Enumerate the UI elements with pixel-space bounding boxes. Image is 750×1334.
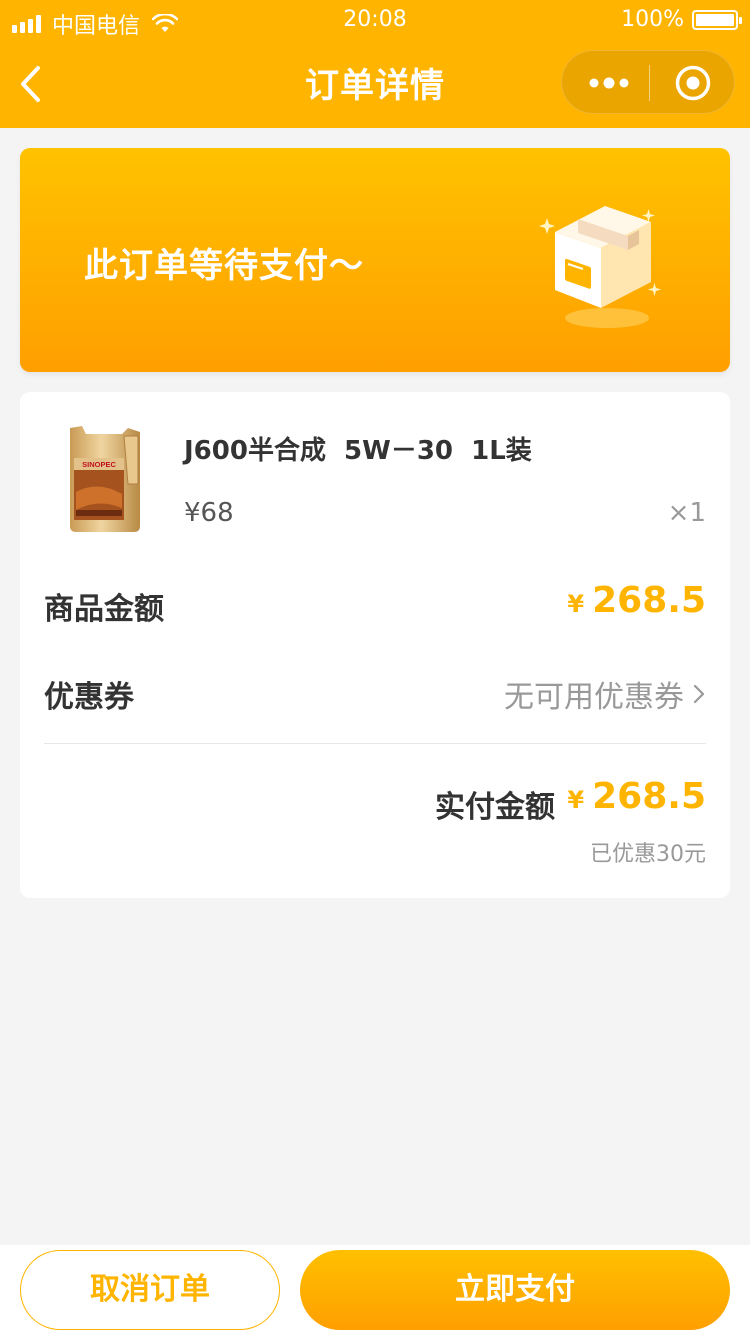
product-name: J600半合成 5W－30 1L装 xyxy=(184,436,532,466)
package-box-icon xyxy=(539,206,661,328)
more-dots-icon[interactable] xyxy=(582,63,636,103)
product-image[interactable]: SINOPEC xyxy=(62,422,148,534)
order-status-banner: 此订单等待支付～ xyxy=(20,148,730,372)
coupon-row[interactable]: 优惠券 无可用优惠券 xyxy=(44,672,706,722)
coupon-value: 无可用优惠券 xyxy=(504,680,684,715)
pay-now-button[interactable]: 立即支付 xyxy=(300,1250,730,1330)
order-status-text: 此订单等待支付～ xyxy=(84,246,364,286)
currency-symbol: ¥ xyxy=(567,786,585,814)
order-card: SINOPEC J600半合成 5W－30 1L装 ¥68 ×1 商品金额 ¥2… xyxy=(20,392,730,898)
goods-amount-value: ¥268.5 xyxy=(567,580,706,621)
goods-amount-number: 268.5 xyxy=(592,580,706,621)
header: 中国电信 20:08 100% 订单详情 xyxy=(0,0,750,128)
navigation-bar: 订单详情 xyxy=(0,40,750,128)
total-amount-value: ¥268.5 xyxy=(567,776,706,817)
coupon-selector[interactable]: 无可用优惠券 xyxy=(504,672,706,716)
discount-note: 已优惠30元 xyxy=(590,842,706,867)
cancel-order-button[interactable]: 取消订单 xyxy=(20,1250,280,1330)
bottom-action-bar: 取消订单 立即支付 xyxy=(0,1245,750,1334)
product-brand-text: SINOPEC xyxy=(82,460,116,469)
chevron-right-icon xyxy=(693,684,705,704)
divider xyxy=(44,743,706,744)
capsule-divider xyxy=(649,65,650,101)
currency-symbol: ¥ xyxy=(567,590,585,618)
coupon-label: 优惠券 xyxy=(44,680,134,715)
target-icon[interactable] xyxy=(674,64,712,102)
total-amount-number: 268.5 xyxy=(592,776,706,817)
battery-percent: 100% xyxy=(621,7,684,32)
product-quantity: ×1 xyxy=(667,498,706,528)
battery-icon xyxy=(692,9,742,30)
total-label: 实付金额 xyxy=(435,790,555,825)
product-price: ¥68 xyxy=(184,498,234,528)
goods-amount-row: 商品金额 ¥268.5 xyxy=(44,580,706,634)
status-bar: 中国电信 20:08 100% xyxy=(0,0,750,40)
goods-amount-label: 商品金额 xyxy=(44,592,164,627)
mini-program-capsule xyxy=(561,50,735,114)
